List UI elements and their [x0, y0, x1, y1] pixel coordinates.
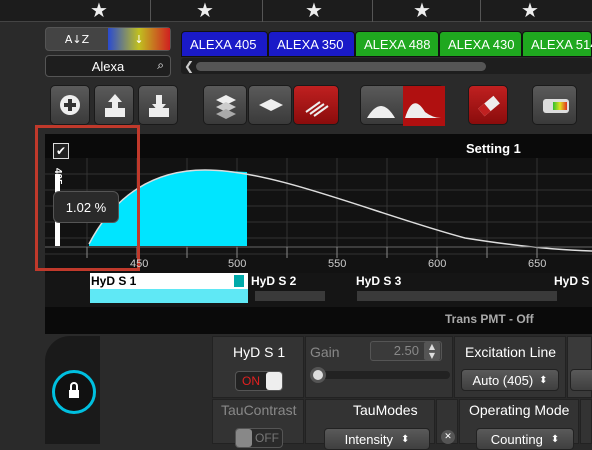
taumodes-label: TauModes	[353, 402, 418, 418]
export-button[interactable]	[138, 85, 178, 125]
detector-label: HyD S 2	[251, 274, 297, 288]
dye-tab[interactable]: ALEXA 514	[522, 31, 592, 57]
taumodes-settings-cell: ✕	[436, 399, 458, 444]
add-icon	[60, 95, 80, 115]
excitation-value: Auto (405)	[472, 372, 534, 388]
opmode-label: Operating Mode	[469, 402, 570, 418]
tick-label: 650	[528, 258, 547, 270]
upload-icon	[105, 94, 125, 117]
eraser-icon	[478, 95, 500, 117]
star-icon[interactable]: ★	[305, 0, 323, 22]
extra-cell	[580, 399, 592, 444]
palette-icon	[543, 99, 569, 113]
chevron-icon: ⬍	[539, 374, 548, 386]
toggle-knob	[266, 372, 282, 390]
trans-pmt-label: Trans PMT - Off	[445, 312, 534, 326]
eraser-button[interactable]	[468, 85, 508, 125]
dye-tab[interactable]: ALEXA 430	[439, 31, 522, 57]
star-icon[interactable]: ★	[413, 0, 431, 22]
diamond-icon	[259, 99, 283, 111]
excitation-label: Excitation Line	[465, 344, 557, 360]
gain-cell: Gain 2.50 ▲ ▼	[305, 336, 453, 398]
setting-title: Setting 1	[466, 141, 521, 156]
taucontrast-label: TauContrast	[221, 402, 297, 418]
opmode-value: Counting	[490, 431, 543, 447]
detector-bands: HyD S 1 HyD S 2 HyD S 3 HyD S	[45, 273, 592, 307]
detector-label: HyD S 1	[91, 274, 137, 288]
gear-icon[interactable]: ✕	[441, 430, 455, 444]
opmode-cell: Operating Mode Counting ⬍	[459, 399, 579, 450]
divider	[480, 0, 481, 22]
star-icon[interactable]: ★	[521, 0, 539, 22]
highlight-box	[35, 125, 140, 271]
tick-label: 500	[228, 258, 247, 270]
excitation-dropdown[interactable]: Auto (405) ⬍	[461, 369, 559, 391]
star-icon[interactable]: ★	[90, 0, 108, 22]
detector-label: HyD S 3	[356, 274, 402, 288]
chevron-icon: ⬍	[401, 433, 410, 445]
layers-button[interactable]	[203, 85, 247, 125]
layers-icon	[216, 95, 236, 119]
stripes-icon	[305, 101, 329, 117]
detector-label: HyD S	[554, 274, 590, 288]
sort-color-button[interactable]: ↓	[108, 28, 170, 50]
toggle-knob	[236, 429, 252, 447]
detector-range-bar[interactable]	[255, 291, 325, 301]
dye-tab[interactable]: ALEXA 405	[181, 31, 268, 57]
range-handle[interactable]	[234, 275, 244, 287]
divider	[372, 0, 373, 22]
on-label: ON	[242, 374, 260, 388]
download-icon	[149, 95, 169, 117]
taumodes-value: Intensity	[344, 431, 394, 447]
favorites-bar: ★ ★ ★ ★ ★	[0, 0, 592, 22]
dye-search-input[interactable]: Alexa ⌕	[45, 55, 171, 77]
stripes-button[interactable]	[293, 85, 339, 125]
off-label: OFF	[255, 431, 279, 445]
divider	[262, 0, 263, 22]
search-value: Alexa	[91, 58, 125, 74]
divider	[150, 0, 151, 22]
tick-label: 600	[428, 258, 447, 270]
scroll-left-icon[interactable]: ❮	[184, 59, 194, 73]
detector-name: HyD S 1	[233, 344, 286, 360]
gain-slider-thumb[interactable]	[310, 367, 326, 383]
gain-slider[interactable]	[310, 371, 450, 379]
star-icon[interactable]: ★	[196, 0, 214, 22]
lock-icon	[69, 382, 79, 398]
opmode-dropdown[interactable]: Counting ⬍	[476, 428, 574, 450]
spectrum-button[interactable]	[360, 85, 445, 126]
taumodes-cell: TauModes Intensity ⬍	[305, 399, 435, 450]
trans-pmt-row: Trans PMT - Off	[45, 308, 592, 332]
dye-tab[interactable]: ALEXA 488	[355, 31, 439, 57]
sort-alpha-button[interactable]: A↓Z	[46, 28, 108, 50]
dye-tabs: ALEXA 405 ALEXA 350 ALEXA 488 ALEXA 430 …	[181, 31, 592, 57]
detector-range-bar[interactable]	[90, 289, 248, 303]
taucontrast-toggle[interactable]: OFF	[235, 428, 283, 448]
detector-range-bar[interactable]	[357, 291, 557, 301]
on-toggle[interactable]: ON	[235, 371, 283, 391]
dye-tab[interactable]: ALEXA 350	[268, 31, 355, 57]
add-button[interactable]	[50, 85, 90, 125]
tick-label: 550	[328, 258, 347, 270]
detector-cell: HyD S 1 ON	[212, 336, 304, 398]
import-button[interactable]	[94, 85, 134, 125]
extra-cell	[567, 336, 592, 398]
palette-button[interactable]	[532, 85, 577, 125]
excitation-cell: Excitation Line Auto (405) ⬍	[454, 336, 566, 398]
taucontrast-cell: TauContrast OFF	[212, 399, 304, 448]
scrollbar-thumb[interactable]	[196, 62, 486, 71]
lock-dial[interactable]	[52, 370, 96, 414]
chevron-icon: ⬍	[550, 433, 560, 445]
extra-dropdown[interactable]	[570, 369, 592, 391]
tick-label: 450	[130, 258, 149, 270]
sort-controls: A↓Z ↓	[45, 27, 171, 51]
search-icon: ⌕	[157, 58, 164, 72]
fill-button[interactable]	[248, 85, 292, 125]
gain-label: Gain	[310, 344, 340, 360]
spectrum-icon	[367, 86, 445, 126]
gain-stepper[interactable]: ▲ ▼	[424, 342, 440, 360]
taumodes-dropdown[interactable]: Intensity ⬍	[324, 428, 430, 450]
